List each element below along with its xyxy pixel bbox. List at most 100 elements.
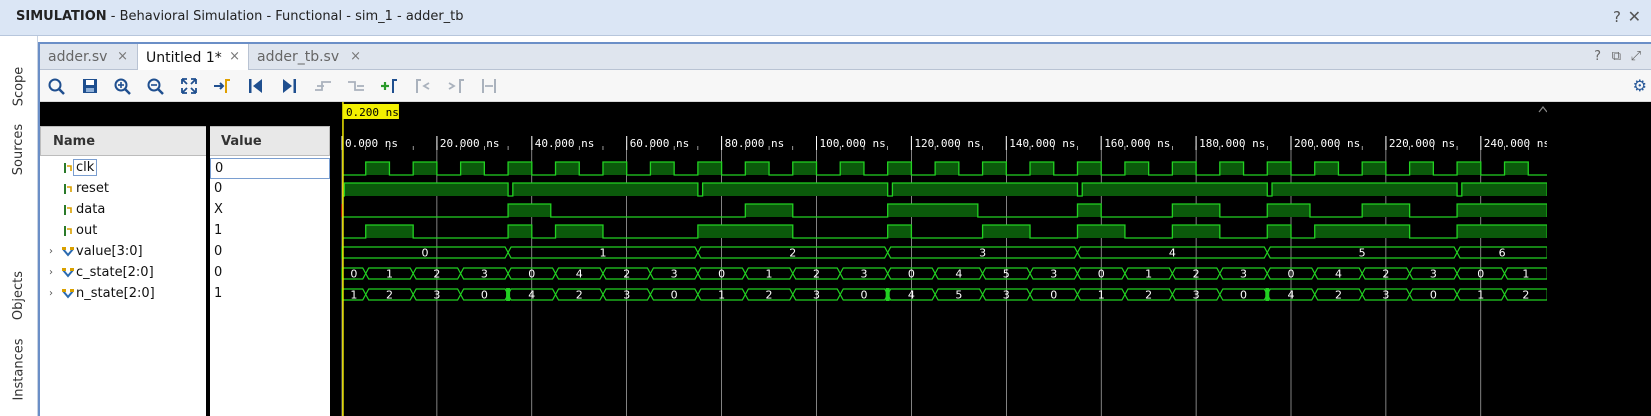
signal-row[interactable]: reset: [40, 179, 206, 200]
n-state-bus-value-label: 1: [350, 289, 357, 302]
n-state-bus-value-label: 0: [1050, 289, 1057, 302]
window-title-rest: - Behavioral Simulation - Functional - s…: [106, 9, 464, 24]
c-state-bus-value-label: 2: [433, 268, 440, 281]
bit-signal-icon: [64, 205, 72, 215]
tab-close-icon[interactable]: ×: [117, 49, 128, 64]
n-state-bus-value-label: 3: [1193, 289, 1200, 302]
signal-value-row[interactable]: 0: [210, 242, 330, 263]
search-icon[interactable]: [46, 76, 68, 96]
column-divider[interactable]: [206, 126, 210, 416]
zoom-out-icon[interactable]: [145, 76, 167, 96]
panel-maximize-icon[interactable]: ⤢: [1631, 49, 1641, 64]
title-bar: SIMULATION - Behavioral Simulation - Fun…: [0, 0, 1651, 36]
signal-row[interactable]: › value[3:0]: [40, 242, 206, 263]
signal-row[interactable]: › c_state[2:0]: [40, 263, 206, 284]
goto-time-zero-icon[interactable]: [245, 76, 267, 96]
signal-name: value[3:0]: [76, 244, 143, 259]
cursor-time-label: 0.200 ns: [346, 106, 399, 119]
c-state-bus-value-label: 1: [766, 268, 773, 281]
close-icon[interactable]: ✕: [1628, 7, 1641, 26]
signal-name-list: clk reset data out › value[3:0] › c_state[2:0] ›…: [40, 156, 206, 416]
swap-cursors-icon[interactable]: [478, 76, 500, 96]
time-tick-label: 100.000 ns: [820, 137, 886, 150]
signal-value-row[interactable]: 0: [210, 158, 330, 179]
expand-chevron-icon[interactable]: ›: [49, 267, 53, 278]
expand-chevron-icon[interactable]: ›: [49, 246, 53, 257]
signal-row[interactable]: clk: [40, 158, 206, 179]
help-icon[interactable]: ?: [1613, 8, 1621, 26]
tab-adder-sv[interactable]: adder.sv ×: [40, 44, 136, 70]
bit-signal-icon: [64, 184, 72, 194]
next-transition-icon[interactable]: [345, 76, 367, 96]
expand-chevron-icon[interactable]: ›: [49, 288, 53, 299]
side-tab-sources[interactable]: Sources: [8, 118, 30, 180]
c-state-bus-value-label: 0: [350, 268, 357, 281]
zoom-in-icon[interactable]: [112, 76, 134, 96]
c-state-bus-value-label: 4: [955, 268, 962, 281]
n-state-bus-value-label: 5: [955, 289, 962, 302]
n-state-bus-value-label: 4: [528, 289, 535, 302]
add-marker-icon[interactable]: [378, 76, 400, 96]
time-tick-label: 160.000 ns: [1104, 137, 1170, 150]
tab-close-icon[interactable]: ×: [350, 49, 361, 64]
value-bus-value-label: 1: [599, 247, 606, 260]
c-state-bus-value-label: 2: [1193, 268, 1200, 281]
signal-value-row[interactable]: 1: [210, 221, 330, 242]
time-tick-label: 240.000 ns: [1484, 137, 1547, 150]
goto-cursor-icon[interactable]: [211, 76, 233, 96]
clk-fill: [365, 162, 1529, 175]
signal-row[interactable]: data: [40, 200, 206, 221]
gear-icon[interactable]: ⚙: [1633, 76, 1647, 95]
c-state-bus-value-label: 3: [860, 268, 867, 281]
waveform-plot[interactable]: 0.000 ns 20.000 ns 40.000 ns 60.000 ns 80.00…: [336, 102, 1547, 416]
n-state-bus-value-label: 1: [1477, 289, 1484, 302]
name-panel-top: [40, 102, 330, 126]
previous-transition-icon[interactable]: [312, 76, 334, 96]
n-state-glitch: [506, 288, 511, 301]
goto-last-time-icon[interactable]: [278, 76, 300, 96]
side-tab-objects[interactable]: Objects: [8, 264, 30, 326]
waveform-panel: adder.sv × Untitled 1* × adder_tb.sv × ?…: [38, 42, 1651, 416]
n-state-bus-value-label: 2: [1145, 289, 1152, 302]
signal-value: 0: [214, 181, 223, 196]
previous-marker-icon[interactable]: [412, 76, 434, 96]
zoom-fit-icon[interactable]: [178, 76, 200, 96]
side-tab-scope[interactable]: Scope: [8, 56, 30, 116]
value-bus-value-label: 6: [1499, 247, 1506, 260]
n-state-bus-value-label: 4: [908, 289, 915, 302]
c-state-bus-value-label: 3: [1050, 268, 1057, 281]
name-column-header[interactable]: Name: [40, 126, 208, 156]
signal-value-row[interactable]: 0: [210, 179, 330, 200]
panel-help-icon[interactable]: ?: [1594, 49, 1601, 64]
value-bus-value-label: 4: [1169, 247, 1176, 260]
signal-value-row[interactable]: 1: [210, 284, 330, 305]
next-marker-icon[interactable]: [445, 76, 467, 96]
side-tab-instances[interactable]: Instances: [8, 334, 30, 404]
signal-name: clk: [72, 159, 98, 176]
tab-adder-tb-sv[interactable]: adder_tb.sv ×: [249, 44, 369, 70]
window-title: SIMULATION - Behavioral Simulation - Fun…: [16, 9, 464, 24]
tab-close-icon[interactable]: ×: [229, 49, 240, 64]
signal-row[interactable]: › n_state[2:0]: [40, 284, 206, 305]
value-column-header[interactable]: Value: [208, 126, 330, 156]
waveform-viewer: Name Value clk reset data out › value[3:0] › c_…: [40, 102, 1651, 416]
side-tab-bar: Scope Sources Objects Instances: [0, 36, 38, 416]
c-state-bus-value-label: 0: [1098, 268, 1105, 281]
side-tab-sources-label: Sources: [11, 123, 27, 175]
n-state-bus-value-label: 2: [386, 289, 393, 302]
side-tab-scope-label: Scope: [11, 66, 27, 106]
panel-restore-icon[interactable]: ⧉: [1612, 49, 1621, 64]
save-icon[interactable]: [79, 76, 101, 96]
signal-value-row[interactable]: X: [210, 200, 330, 221]
bus-signal-icon: [62, 289, 74, 299]
n-state-bus-value-label: 4: [1288, 289, 1295, 302]
name-header-label: Name: [53, 134, 96, 149]
signal-row[interactable]: out: [40, 221, 206, 242]
n-state-bus-value-label: 3: [623, 289, 630, 302]
c-state-bus-value-label: 0: [1477, 268, 1484, 281]
n-state-bus-value-label: 3: [1003, 289, 1010, 302]
tab-untitled-1[interactable]: Untitled 1* ×: [137, 44, 249, 71]
signal-name: n_state[2:0]: [76, 286, 155, 301]
signal-value-row[interactable]: 0: [210, 263, 330, 284]
bit-signal-icon: [64, 226, 72, 236]
